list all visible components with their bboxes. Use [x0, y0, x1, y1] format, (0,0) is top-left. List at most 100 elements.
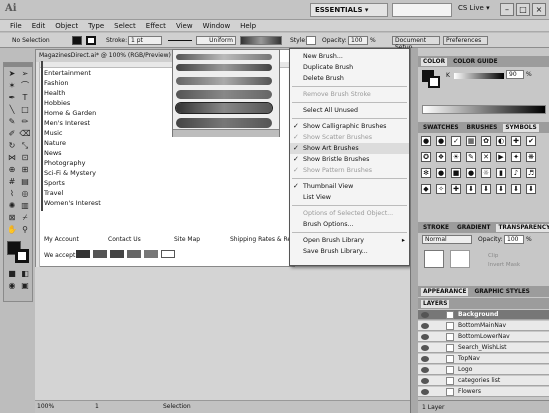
symbol-sprayer-tool-icon[interactable]: ✺ — [6, 201, 18, 211]
symbol-swatch-icon[interactable]: ⬇ — [496, 184, 506, 194]
tab-graphic-styles[interactable]: GRAPHIC STYLES — [472, 288, 531, 296]
menu-item[interactable]: ✓ Thumbnail View — [290, 181, 409, 192]
slice-tool-icon[interactable]: ⌿ — [19, 213, 31, 223]
brush-stroke-1[interactable] — [176, 54, 272, 60]
layer-row[interactable]: Flowers — [418, 387, 549, 397]
lasso-tool-icon[interactable]: ⌒ — [19, 81, 31, 91]
symbol-swatch-icon[interactable]: ▶ — [496, 152, 506, 162]
menu-help[interactable]: Help — [240, 22, 256, 30]
hand-tool-icon[interactable]: ✋ — [6, 225, 18, 235]
draw-mode-icon[interactable]: ◉ — [6, 281, 18, 291]
brush-stroke-2[interactable] — [176, 64, 272, 71]
symbol-swatch-icon[interactable]: ❋ — [526, 152, 536, 162]
transparency-opacity-field[interactable]: 100 — [504, 235, 524, 244]
menu-item[interactable]: ✓ Show Pattern Brushes — [290, 165, 409, 176]
symbol-swatch-icon[interactable]: ⬇ — [481, 184, 491, 194]
layer-row[interactable]: BottomMainNav — [418, 321, 549, 331]
layer-row[interactable]: BottomLowerNav — [418, 332, 549, 342]
workspace-switcher[interactable]: ESSENTIALS ▾ — [310, 3, 388, 17]
tab-symbols[interactable]: SYMBOLS — [503, 123, 539, 132]
symbol-swatch-icon[interactable]: ▦ — [466, 136, 476, 146]
eyedropper-tool-icon[interactable]: ⌇ — [6, 189, 18, 199]
brush-stroke-6[interactable] — [176, 118, 272, 128]
visibility-eye-icon[interactable] — [421, 356, 429, 362]
direct-selection-tool-icon[interactable]: ➢ — [19, 69, 31, 79]
brush-stroke-3[interactable] — [176, 77, 272, 85]
menu-item[interactable]: Remove Brush Stroke — [290, 89, 409, 100]
profile-select[interactable]: Uniform — [196, 36, 236, 45]
menu-item[interactable]: Select All Unused — [290, 105, 409, 116]
close-button[interactable]: × — [532, 3, 546, 16]
gradient-mode-icon[interactable]: ◧ — [19, 269, 31, 279]
symbol-swatch-icon[interactable]: ● — [436, 136, 446, 146]
symbol-swatch-icon[interactable]: ♬ — [526, 168, 536, 178]
menu-item[interactable]: ✓ Show Art Brushes — [290, 143, 409, 154]
stroke-weight-field[interactable]: 1 pt — [128, 36, 162, 45]
menu-item[interactable]: Options of Selected Object... — [290, 208, 409, 219]
free-transform-tool-icon[interactable]: ⊡ — [19, 153, 31, 163]
pencil-tool-icon[interactable]: ✏ — [19, 117, 31, 127]
symbol-swatch-icon[interactable]: ☼ — [481, 168, 491, 178]
minimize-button[interactable]: – — [500, 3, 514, 16]
magic-wand-tool-icon[interactable]: ✶ — [6, 81, 18, 91]
menu-item[interactable]: New Brush... — [290, 51, 409, 62]
artboard-number[interactable]: 1 — [95, 403, 99, 410]
selection-tool-icon[interactable]: ➤ — [6, 69, 18, 79]
stroke-swatch[interactable] — [86, 36, 96, 45]
symbol-swatch-icon[interactable]: ⬇ — [511, 184, 521, 194]
tools-grip[interactable] — [4, 63, 32, 67]
width-tool-icon[interactable]: ⋈ — [6, 153, 18, 163]
menu-item[interactable]: ✓ Show Scatter Brushes — [290, 132, 409, 143]
maximize-button[interactable]: □ — [516, 3, 530, 16]
mask-thumbnail[interactable] — [450, 250, 470, 268]
visibility-eye-icon[interactable] — [421, 367, 429, 373]
blob-brush-tool-icon[interactable]: ✐ — [6, 129, 18, 139]
preferences-button[interactable]: Preferences — [443, 36, 488, 45]
symbol-swatch-icon[interactable]: ✻ — [421, 168, 431, 178]
mesh-tool-icon[interactable]: # — [6, 177, 18, 187]
tab-color-guide[interactable]: COLOR GUIDE — [451, 58, 499, 66]
shape-builder-tool-icon[interactable]: ⊕ — [6, 165, 18, 175]
tab-swatches[interactable]: SWATCHES — [421, 124, 461, 132]
zoom-tool-icon[interactable]: ⚲ — [19, 225, 31, 235]
cs-live-menu[interactable]: CS Live ▾ — [458, 4, 490, 12]
tab-color[interactable]: COLOR — [421, 57, 448, 66]
symbol-swatch-icon[interactable]: ❖ — [436, 152, 446, 162]
layer-row[interactable]: Logo — [418, 365, 549, 375]
symbol-swatch-icon[interactable]: ✚ — [451, 184, 461, 194]
paintbrush-tool-icon[interactable]: ✎ — [6, 117, 18, 127]
menu-file[interactable]: File — [10, 22, 22, 30]
column-graph-tool-icon[interactable]: ▥ — [19, 201, 31, 211]
symbol-swatch-icon[interactable]: ✪ — [421, 152, 431, 162]
symbol-swatch-icon[interactable]: ▮ — [496, 168, 506, 178]
line-tool-icon[interactable]: ╲ — [6, 105, 18, 115]
menu-select[interactable]: Select — [114, 22, 136, 30]
tab-stroke[interactable]: STROKE — [421, 224, 451, 232]
scale-tool-icon[interactable]: ⤡ — [19, 141, 31, 151]
menu-item[interactable]: List View — [290, 192, 409, 203]
menu-item[interactable]: Duplicate Brush — [290, 62, 409, 73]
invert-mask-checkbox[interactable]: Invert Mask — [488, 262, 520, 268]
symbol-swatch-icon[interactable]: ⬇ — [526, 184, 536, 194]
symbol-swatch-icon[interactable]: ✦ — [511, 152, 521, 162]
symbol-swatch-icon[interactable]: ◆ — [421, 184, 431, 194]
menu-item[interactable]: Save Brush Library... — [290, 246, 409, 257]
symbol-swatch-icon[interactable]: ✧ — [436, 184, 446, 194]
opacity-field[interactable]: 100 — [348, 36, 368, 45]
menu-edit[interactable]: Edit — [32, 22, 46, 30]
visibility-eye-icon[interactable] — [421, 345, 429, 351]
clip-checkbox[interactable]: Clip — [488, 253, 498, 259]
layer-row[interactable]: TopNav — [418, 354, 549, 364]
menu-window[interactable]: Window — [203, 22, 231, 30]
artboard-tool-icon[interactable]: ⊠ — [6, 213, 18, 223]
rotate-tool-icon[interactable]: ↻ — [6, 141, 18, 151]
fill-swatch[interactable] — [72, 36, 82, 45]
symbol-swatch-icon[interactable]: ● — [421, 136, 431, 146]
blend-mode-select[interactable]: Normal — [422, 235, 472, 244]
screen-mode-icon[interactable]: ▣ — [19, 281, 31, 291]
tab-brushes[interactable]: BRUSHES — [465, 124, 500, 132]
menu-item[interactable]: Brush Options... — [290, 219, 409, 230]
menu-item[interactable]: Delete Brush — [290, 73, 409, 84]
k-value-field[interactable]: 90 — [506, 70, 524, 79]
visibility-eye-icon[interactable] — [421, 389, 429, 395]
